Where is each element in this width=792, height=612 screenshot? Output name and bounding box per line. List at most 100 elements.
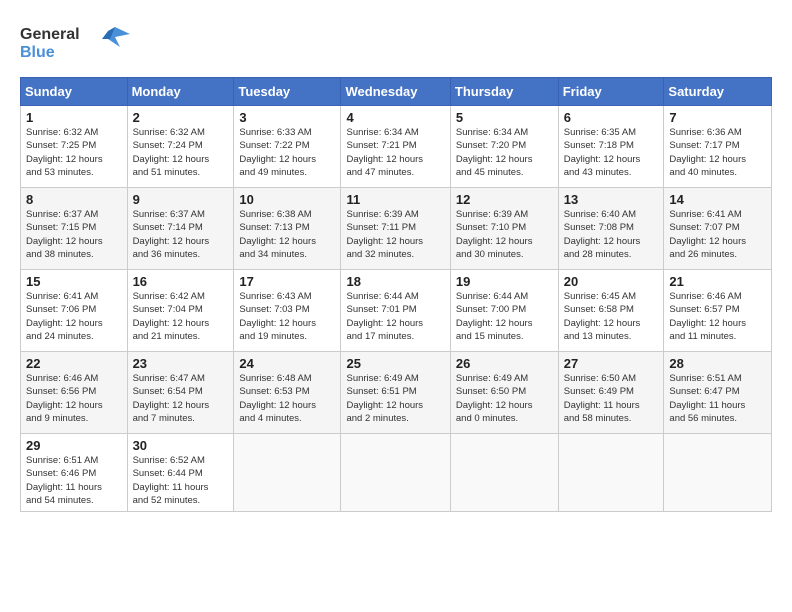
calendar-cell: 26Sunrise: 6:49 AMSunset: 6:50 PMDayligh… bbox=[450, 352, 558, 434]
day-info: Sunrise: 6:33 AMSunset: 7:22 PMDaylight:… bbox=[239, 126, 335, 179]
day-info: Sunrise: 6:47 AMSunset: 6:54 PMDaylight:… bbox=[133, 372, 229, 425]
calendar-cell: 13Sunrise: 6:40 AMSunset: 7:08 PMDayligh… bbox=[558, 188, 664, 270]
day-number: 22 bbox=[26, 356, 122, 371]
header-row: SundayMondayTuesdayWednesdayThursdayFrid… bbox=[21, 78, 772, 106]
calendar-cell: 20Sunrise: 6:45 AMSunset: 6:58 PMDayligh… bbox=[558, 270, 664, 352]
day-info: Sunrise: 6:50 AMSunset: 6:49 PMDaylight:… bbox=[564, 372, 659, 425]
svg-text:General: General bbox=[20, 26, 80, 43]
calendar-cell: 25Sunrise: 6:49 AMSunset: 6:51 PMDayligh… bbox=[341, 352, 450, 434]
calendar-cell: 4Sunrise: 6:34 AMSunset: 7:21 PMDaylight… bbox=[341, 106, 450, 188]
calendar-cell: 9Sunrise: 6:37 AMSunset: 7:14 PMDaylight… bbox=[127, 188, 234, 270]
day-number: 5 bbox=[456, 110, 553, 125]
day-info: Sunrise: 6:37 AMSunset: 7:15 PMDaylight:… bbox=[26, 208, 122, 261]
calendar-cell: 18Sunrise: 6:44 AMSunset: 7:01 PMDayligh… bbox=[341, 270, 450, 352]
day-info: Sunrise: 6:39 AMSunset: 7:10 PMDaylight:… bbox=[456, 208, 553, 261]
day-number: 7 bbox=[669, 110, 766, 125]
day-number: 26 bbox=[456, 356, 553, 371]
day-number: 9 bbox=[133, 192, 229, 207]
day-number: 11 bbox=[346, 192, 444, 207]
calendar-cell bbox=[450, 434, 558, 512]
logo-text-block: General Blue bbox=[20, 19, 130, 69]
logo-svg: General Blue bbox=[20, 19, 130, 64]
day-number: 25 bbox=[346, 356, 444, 371]
week-row-2: 8Sunrise: 6:37 AMSunset: 7:15 PMDaylight… bbox=[21, 188, 772, 270]
week-row-3: 15Sunrise: 6:41 AMSunset: 7:06 PMDayligh… bbox=[21, 270, 772, 352]
calendar-page: General Blue SundayMondayTuesdayWednesda… bbox=[0, 0, 792, 612]
day-info: Sunrise: 6:42 AMSunset: 7:04 PMDaylight:… bbox=[133, 290, 229, 343]
calendar-cell: 5Sunrise: 6:34 AMSunset: 7:20 PMDaylight… bbox=[450, 106, 558, 188]
day-info: Sunrise: 6:44 AMSunset: 7:01 PMDaylight:… bbox=[346, 290, 444, 343]
header-day-monday: Monday bbox=[127, 78, 234, 106]
calendar-cell: 12Sunrise: 6:39 AMSunset: 7:10 PMDayligh… bbox=[450, 188, 558, 270]
calendar-cell: 24Sunrise: 6:48 AMSunset: 6:53 PMDayligh… bbox=[234, 352, 341, 434]
day-info: Sunrise: 6:32 AMSunset: 7:24 PMDaylight:… bbox=[133, 126, 229, 179]
day-number: 30 bbox=[133, 438, 229, 453]
day-info: Sunrise: 6:52 AMSunset: 6:44 PMDaylight:… bbox=[133, 454, 229, 507]
week-row-4: 22Sunrise: 6:46 AMSunset: 6:56 PMDayligh… bbox=[21, 352, 772, 434]
header-day-saturday: Saturday bbox=[664, 78, 772, 106]
day-info: Sunrise: 6:36 AMSunset: 7:17 PMDaylight:… bbox=[669, 126, 766, 179]
day-info: Sunrise: 6:37 AMSunset: 7:14 PMDaylight:… bbox=[133, 208, 229, 261]
day-info: Sunrise: 6:43 AMSunset: 7:03 PMDaylight:… bbox=[239, 290, 335, 343]
calendar-cell: 14Sunrise: 6:41 AMSunset: 7:07 PMDayligh… bbox=[664, 188, 772, 270]
day-number: 8 bbox=[26, 192, 122, 207]
calendar-table: SundayMondayTuesdayWednesdayThursdayFrid… bbox=[20, 77, 772, 512]
day-number: 13 bbox=[564, 192, 659, 207]
day-info: Sunrise: 6:49 AMSunset: 6:50 PMDaylight:… bbox=[456, 372, 553, 425]
day-info: Sunrise: 6:38 AMSunset: 7:13 PMDaylight:… bbox=[239, 208, 335, 261]
day-info: Sunrise: 6:41 AMSunset: 7:06 PMDaylight:… bbox=[26, 290, 122, 343]
day-info: Sunrise: 6:41 AMSunset: 7:07 PMDaylight:… bbox=[669, 208, 766, 261]
day-info: Sunrise: 6:45 AMSunset: 6:58 PMDaylight:… bbox=[564, 290, 659, 343]
calendar-cell: 23Sunrise: 6:47 AMSunset: 6:54 PMDayligh… bbox=[127, 352, 234, 434]
calendar-cell bbox=[341, 434, 450, 512]
calendar-cell: 27Sunrise: 6:50 AMSunset: 6:49 PMDayligh… bbox=[558, 352, 664, 434]
day-info: Sunrise: 6:46 AMSunset: 6:57 PMDaylight:… bbox=[669, 290, 766, 343]
header: General Blue bbox=[20, 15, 772, 69]
header-day-wednesday: Wednesday bbox=[341, 78, 450, 106]
day-info: Sunrise: 6:51 AMSunset: 6:46 PMDaylight:… bbox=[26, 454, 122, 507]
calendar-cell: 7Sunrise: 6:36 AMSunset: 7:17 PMDaylight… bbox=[664, 106, 772, 188]
day-info: Sunrise: 6:34 AMSunset: 7:21 PMDaylight:… bbox=[346, 126, 444, 179]
calendar-cell: 17Sunrise: 6:43 AMSunset: 7:03 PMDayligh… bbox=[234, 270, 341, 352]
day-info: Sunrise: 6:51 AMSunset: 6:47 PMDaylight:… bbox=[669, 372, 766, 425]
day-info: Sunrise: 6:44 AMSunset: 7:00 PMDaylight:… bbox=[456, 290, 553, 343]
week-row-5: 29Sunrise: 6:51 AMSunset: 6:46 PMDayligh… bbox=[21, 434, 772, 512]
calendar-cell: 28Sunrise: 6:51 AMSunset: 6:47 PMDayligh… bbox=[664, 352, 772, 434]
day-info: Sunrise: 6:32 AMSunset: 7:25 PMDaylight:… bbox=[26, 126, 122, 179]
day-number: 18 bbox=[346, 274, 444, 289]
calendar-cell: 30Sunrise: 6:52 AMSunset: 6:44 PMDayligh… bbox=[127, 434, 234, 512]
header-day-sunday: Sunday bbox=[21, 78, 128, 106]
day-number: 17 bbox=[239, 274, 335, 289]
header-day-thursday: Thursday bbox=[450, 78, 558, 106]
day-number: 27 bbox=[564, 356, 659, 371]
day-number: 24 bbox=[239, 356, 335, 371]
calendar-cell bbox=[664, 434, 772, 512]
day-number: 4 bbox=[346, 110, 444, 125]
day-info: Sunrise: 6:40 AMSunset: 7:08 PMDaylight:… bbox=[564, 208, 659, 261]
day-number: 21 bbox=[669, 274, 766, 289]
calendar-cell: 22Sunrise: 6:46 AMSunset: 6:56 PMDayligh… bbox=[21, 352, 128, 434]
day-info: Sunrise: 6:34 AMSunset: 7:20 PMDaylight:… bbox=[456, 126, 553, 179]
calendar-cell: 16Sunrise: 6:42 AMSunset: 7:04 PMDayligh… bbox=[127, 270, 234, 352]
day-info: Sunrise: 6:35 AMSunset: 7:18 PMDaylight:… bbox=[564, 126, 659, 179]
day-number: 29 bbox=[26, 438, 122, 453]
day-number: 23 bbox=[133, 356, 229, 371]
day-info: Sunrise: 6:39 AMSunset: 7:11 PMDaylight:… bbox=[346, 208, 444, 261]
calendar-cell bbox=[558, 434, 664, 512]
calendar-cell: 8Sunrise: 6:37 AMSunset: 7:15 PMDaylight… bbox=[21, 188, 128, 270]
day-info: Sunrise: 6:46 AMSunset: 6:56 PMDaylight:… bbox=[26, 372, 122, 425]
day-number: 28 bbox=[669, 356, 766, 371]
calendar-cell: 1Sunrise: 6:32 AMSunset: 7:25 PMDaylight… bbox=[21, 106, 128, 188]
logo: General Blue bbox=[20, 19, 130, 69]
day-number: 19 bbox=[456, 274, 553, 289]
day-info: Sunrise: 6:49 AMSunset: 6:51 PMDaylight:… bbox=[346, 372, 444, 425]
day-number: 20 bbox=[564, 274, 659, 289]
calendar-cell: 10Sunrise: 6:38 AMSunset: 7:13 PMDayligh… bbox=[234, 188, 341, 270]
day-number: 2 bbox=[133, 110, 229, 125]
calendar-cell: 2Sunrise: 6:32 AMSunset: 7:24 PMDaylight… bbox=[127, 106, 234, 188]
calendar-cell: 19Sunrise: 6:44 AMSunset: 7:00 PMDayligh… bbox=[450, 270, 558, 352]
day-number: 12 bbox=[456, 192, 553, 207]
calendar-cell: 15Sunrise: 6:41 AMSunset: 7:06 PMDayligh… bbox=[21, 270, 128, 352]
calendar-cell: 29Sunrise: 6:51 AMSunset: 6:46 PMDayligh… bbox=[21, 434, 128, 512]
calendar-cell: 11Sunrise: 6:39 AMSunset: 7:11 PMDayligh… bbox=[341, 188, 450, 270]
